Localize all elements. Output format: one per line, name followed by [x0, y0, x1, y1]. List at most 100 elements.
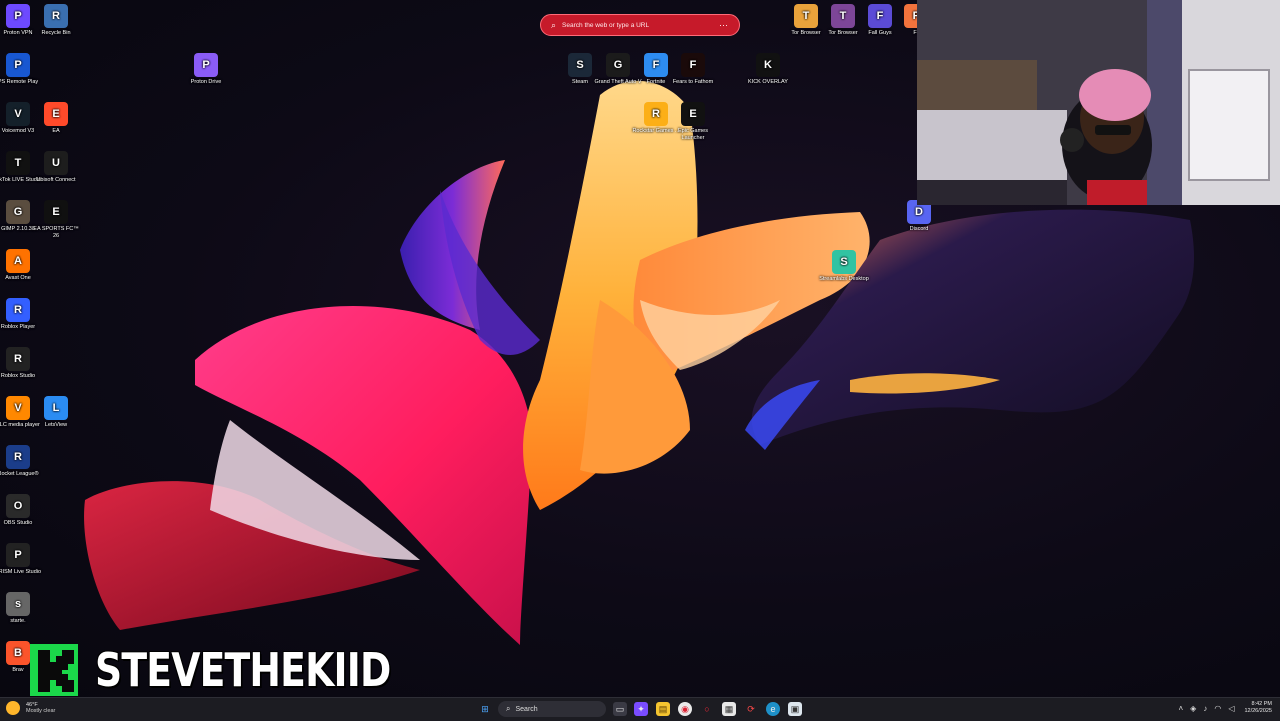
desktop-icon-label: Roblox Studio — [0, 373, 36, 379]
fears-to-fathom-icon: F — [681, 53, 705, 77]
desktop-icon[interactable]: A Avast One — [0, 249, 44, 282]
ea-sports-fc-icon: E — [44, 200, 68, 224]
clock[interactable]: 8:42 PM 12/26/2025 — [1244, 701, 1272, 715]
gta-v-icon: G — [606, 53, 630, 77]
desktop-icon-label: Discord — [909, 226, 929, 232]
copilot-icon[interactable]: ✦ — [634, 702, 648, 716]
clock-time: 8:42 PM — [1251, 701, 1272, 707]
roblox-player-icon: R — [6, 298, 30, 322]
microsoft-store-icon[interactable]: ▦ — [722, 702, 736, 716]
kick-overlay-icon: K — [756, 53, 780, 77]
desktop-icon[interactable]: E EA SPORTS FC™ 26 — [30, 200, 82, 240]
fortnite-icon: F — [644, 53, 668, 77]
desktop-icon-label: KICK OVERLAY — [748, 79, 788, 85]
more-options-icon[interactable]: ⋯ — [719, 20, 729, 31]
desktop-icon-label: Streamlabs Desktop — [819, 276, 869, 282]
weather-icon — [6, 701, 20, 715]
desktop-icon[interactable]: P PS Remote Play — [0, 53, 44, 86]
desktop-icon-label: Proton Drive — [190, 79, 222, 85]
rocket-league-icon: R — [6, 445, 30, 469]
volume-icon[interactable]: ◁ — [1228, 704, 1234, 713]
ps-remote-play-icon: P — [6, 53, 30, 77]
wifi-icon[interactable]: ◠ — [1214, 704, 1221, 713]
desktop[interactable]: ⌕ Search the web or type a URL ⋯ P Proton… — [0, 0, 1280, 697]
weather-widget[interactable]: 46°F Mostly clear — [6, 701, 55, 715]
gimp-icon: G — [6, 200, 30, 224]
taskbar-search-label: Search — [515, 705, 538, 713]
desktop-icon[interactable]: E Epic Games Launcher — [667, 102, 719, 142]
taskbar: 46°F Mostly clear ⊞ ⌕ Search ▭ ✦ ▤ ◉ ○ ▦… — [0, 697, 1280, 721]
desktop-icon-label: OBS Studio — [3, 520, 33, 526]
channel-name: STEVETHEKIID — [95, 643, 391, 697]
desktop-icon-label: Rocket League® — [0, 471, 39, 477]
desktop-icon-label: PS Remote Play — [0, 79, 39, 85]
prism-live-studio-icon: P — [6, 543, 30, 567]
kick-logo-icon — [30, 644, 78, 696]
app-icon[interactable]: ▣ — [788, 702, 802, 716]
shortcut-icon: s — [6, 592, 30, 616]
vpn-icon[interactable]: ⟳ — [744, 702, 758, 716]
desktop-icon[interactable]: S Streamlabs Desktop — [818, 250, 870, 283]
opera-gx-icon[interactable]: ○ — [700, 702, 714, 716]
voicemod-icon: V — [6, 102, 30, 126]
chrome-icon[interactable]: ◉ — [678, 702, 692, 716]
desktop-icon[interactable]: R Roblox Player — [0, 298, 44, 331]
windows-start-icon[interactable]: ⊞ — [478, 702, 492, 716]
desktop-icon[interactable]: R Roblox Studio — [0, 347, 44, 380]
tor-browser-icon: T — [831, 4, 855, 28]
desktop-icon-label: EA — [52, 128, 60, 134]
desktop-icon-label: Ubisoft Connect — [36, 177, 76, 183]
desktop-icon-label: Fears to Fathom — [672, 79, 714, 85]
desktop-icon-label: starte. — [10, 618, 26, 624]
streamlabs-icon: S — [832, 250, 856, 274]
desktop-icon[interactable]: P PRISM Live Studio — [0, 543, 44, 576]
weather-desc: Mostly clear — [26, 708, 56, 714]
desktop-icon[interactable]: P Proton Drive — [180, 53, 232, 86]
desktop-icon-label: Avast One — [5, 275, 31, 281]
desktop-icon[interactable]: F Fears to Fathom — [667, 53, 719, 86]
desktop-icon[interactable]: R Rocket League® — [0, 445, 44, 478]
taskbar-search[interactable]: ⌕ Search — [498, 701, 606, 717]
chevron-up-icon[interactable]: ˄ — [1179, 704, 1184, 713]
network-icon[interactable]: ◈ — [1190, 704, 1196, 713]
steam-icon: S — [568, 53, 592, 77]
desktop-icon[interactable]: L LetsView — [30, 396, 82, 429]
desktop-icon-label: LetsView — [44, 422, 68, 428]
task-view-icon[interactable]: ▭ — [613, 702, 627, 716]
system-tray: ˄ ◈ ♪ ◠ ◁ 8:42 PM 12/26/2025 — [1172, 701, 1273, 715]
rockstar-games-icon: R — [644, 102, 668, 126]
desktop-icon-label: Recycle Bin — [41, 30, 71, 36]
roblox-studio-icon: R — [6, 347, 30, 371]
desktop-icon[interactable]: s starte. — [0, 592, 44, 625]
webcam-feed — [917, 0, 1280, 205]
avast-one-icon: A — [6, 249, 30, 273]
search-icon: ⌕ — [506, 704, 511, 713]
ubisoft-connect-icon: U — [44, 151, 68, 175]
tor-browser-icon: T — [794, 4, 818, 28]
desktop-icon[interactable]: R Recycle Bin — [30, 4, 82, 37]
brave-icon: B — [6, 641, 30, 665]
ea-icon: E — [44, 102, 68, 126]
proton-vpn-icon: P — [6, 4, 30, 28]
desktop-icon[interactable]: U Ubisoft Connect — [30, 151, 82, 184]
webcam-overlay — [917, 0, 1280, 205]
desktop-icon-label: EA SPORTS FC™ 26 — [33, 226, 79, 239]
fall-guys-icon: F — [868, 4, 892, 28]
microphone-icon[interactable]: ♪ — [1203, 704, 1207, 713]
recycle-bin-icon: R — [44, 4, 68, 28]
desktop-icon[interactable]: K KICK OVERLAY — [742, 53, 794, 86]
tiktok-live-studio-icon: T — [6, 151, 30, 175]
vlc-icon: V — [6, 396, 30, 420]
channel-overlay: STEVETHEKIID — [30, 643, 455, 697]
obs-studio-icon: O — [6, 494, 30, 518]
epic-games-icon: E — [681, 102, 705, 126]
desktop-icon[interactable]: O OBS Studio — [0, 494, 44, 527]
browser-search-bar[interactable]: ⌕ Search the web or type a URL ⋯ — [540, 14, 740, 36]
clock-date: 12/26/2025 — [1244, 708, 1272, 714]
file-explorer-icon[interactable]: ▤ — [656, 702, 670, 716]
desktop-icon[interactable]: E EA — [30, 102, 82, 135]
edge-icon[interactable]: e — [766, 702, 780, 716]
desktop-icon-label: PRISM Live Studio — [0, 569, 42, 575]
desktop-icon-label: Epic Games Launcher — [678, 128, 708, 141]
proton-drive-icon: P — [194, 53, 218, 77]
